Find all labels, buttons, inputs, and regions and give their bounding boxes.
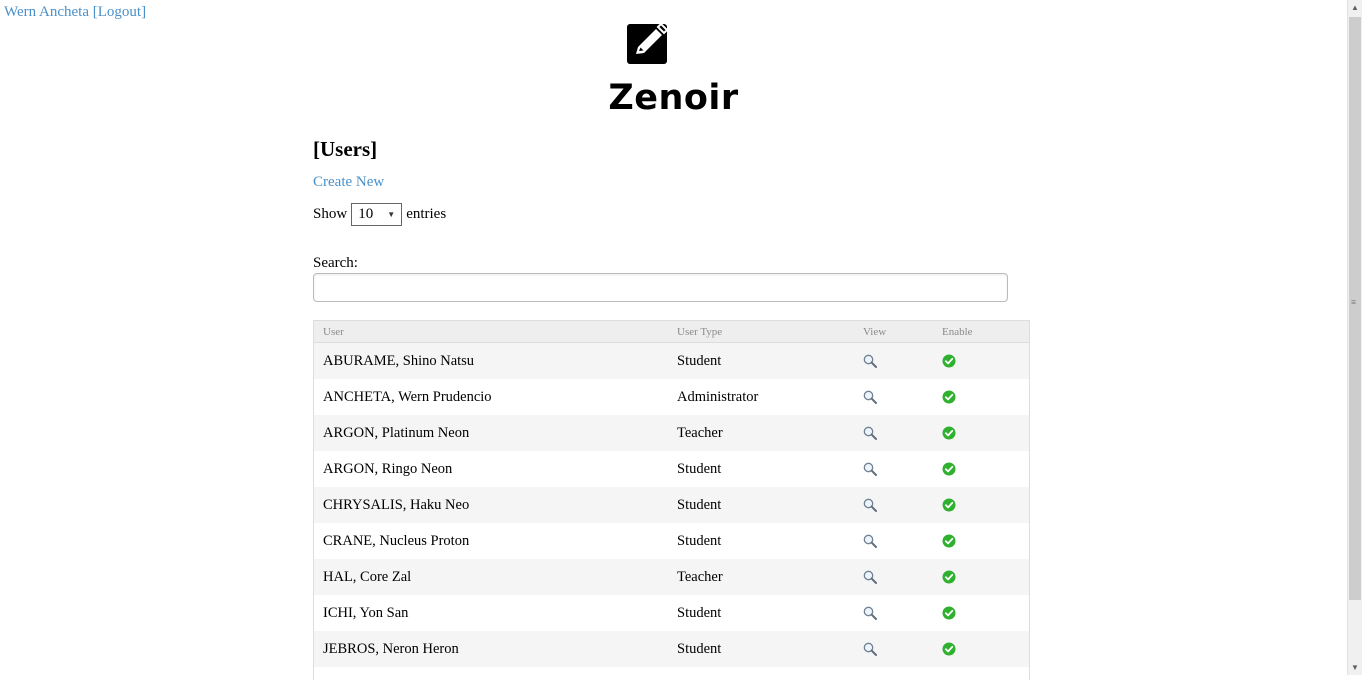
green-check-icon[interactable] — [942, 462, 1029, 476]
user-type-cell: Student — [677, 460, 722, 477]
user-name-cell: CHRYSALIS, Haku Neo — [323, 496, 470, 513]
table-body: ABURAME, Shino Natsu Student ANCHETA, Wern… — [314, 343, 1029, 667]
magnifier-icon[interactable] — [863, 390, 942, 404]
view-cell — [863, 570, 942, 584]
table-row: ABURAME, Shino Natsu Student — [314, 343, 1029, 379]
chevron-down-icon: ▼ — [387, 210, 396, 219]
view-cell — [863, 642, 942, 656]
search-input[interactable] — [313, 273, 1008, 302]
show-label: Show — [313, 206, 348, 222]
enable-cell — [942, 570, 1029, 584]
user-type-cell: Student — [677, 640, 722, 657]
view-cell — [863, 498, 942, 512]
magnifier-icon[interactable] — [863, 534, 942, 548]
magnifier-icon[interactable] — [863, 426, 942, 440]
table-row: ANCHETA, Wern Prudencio Administrator — [314, 379, 1029, 415]
view-cell — [863, 462, 942, 476]
magnifier-icon[interactable] — [863, 642, 942, 656]
enable-cell — [942, 390, 1029, 404]
table-row: CRANE, Nucleus Proton Student — [314, 523, 1029, 559]
green-check-icon[interactable] — [942, 390, 1029, 404]
table-header: User User Type View Enable — [314, 321, 1029, 343]
page-length-value: 10 — [358, 206, 374, 222]
column-header-view[interactable]: View — [863, 326, 942, 338]
edit-square-icon — [627, 22, 669, 64]
user-name-cell: ANCHETA, Wern Prudencio — [323, 388, 492, 405]
view-cell — [863, 390, 942, 404]
view-cell — [863, 426, 942, 440]
enable-cell — [942, 426, 1029, 440]
table-row: HAL, Core Zal Teacher — [314, 559, 1029, 595]
table-row: ARGON, Platinum Neon Teacher — [314, 415, 1029, 451]
enable-cell — [942, 642, 1029, 656]
user-type-cell: Student — [677, 604, 722, 621]
green-check-icon[interactable] — [942, 606, 1029, 620]
page-title: [Users] — [313, 137, 378, 161]
table-row: JEBROS, Neron Heron Student — [314, 631, 1029, 667]
green-check-icon[interactable] — [942, 534, 1029, 548]
magnifier-icon[interactable] — [863, 354, 942, 368]
view-cell — [863, 534, 942, 548]
user-name-cell: JEBROS, Neron Heron — [323, 640, 459, 657]
table-row: ICHI, Yon San Student — [314, 595, 1029, 631]
user-type-cell: Administrator — [677, 388, 759, 405]
user-type-cell: Teacher — [677, 424, 723, 441]
enable-cell — [942, 354, 1029, 368]
create-new-link[interactable]: Create New — [313, 174, 384, 191]
table-row: ARGON, Ringo Neon Student — [314, 451, 1029, 487]
magnifier-icon[interactable] — [863, 498, 942, 512]
vertical-scrollbar[interactable]: ▲ ≡ ▼ — [1347, 0, 1362, 675]
magnifier-icon[interactable] — [863, 462, 942, 476]
user-name-cell: ABURAME, Shino Natsu — [323, 352, 475, 369]
column-header-user[interactable]: User — [314, 326, 677, 338]
column-header-user-type[interactable]: User Type — [677, 326, 863, 338]
enable-cell — [942, 606, 1029, 620]
magnifier-icon[interactable] — [863, 606, 942, 620]
enable-cell — [942, 534, 1029, 548]
user-type-cell: Student — [677, 532, 722, 549]
user-name-cell: ARGON, Ringo Neon — [323, 460, 453, 477]
user-type-cell: Student — [677, 352, 722, 369]
green-check-icon[interactable] — [942, 426, 1029, 440]
scroll-down-arrow-icon[interactable]: ▼ — [1348, 660, 1362, 675]
page-length-select[interactable]: 10 ▼ — [351, 203, 403, 226]
user-name-cell: HAL, Core Zal — [323, 568, 412, 585]
view-cell — [863, 606, 942, 620]
search-label: Search: — [313, 255, 358, 271]
entries-label: entries — [406, 206, 447, 222]
table-row: CHRYSALIS, Haku Neo Student — [314, 487, 1029, 523]
green-check-icon[interactable] — [942, 642, 1029, 656]
enable-cell — [942, 462, 1029, 476]
users-table: User User Type View Enable ABURAME, Shin… — [313, 320, 1030, 680]
green-check-icon[interactable] — [942, 354, 1029, 368]
green-check-icon[interactable] — [942, 498, 1029, 512]
user-type-cell: Teacher — [677, 568, 723, 585]
view-cell — [863, 354, 942, 368]
user-name-cell: CRANE, Nucleus Proton — [323, 532, 470, 549]
user-name-cell: ARGON, Platinum Neon — [323, 424, 470, 441]
scroll-up-arrow-icon[interactable]: ▲ — [1348, 0, 1362, 15]
scroll-grip-icon: ≡ — [1351, 297, 1357, 307]
column-header-enable[interactable]: Enable — [942, 326, 1029, 338]
enable-cell — [942, 498, 1029, 512]
app-title: Zenoir — [608, 78, 739, 118]
user-name-cell: ICHI, Yon San — [323, 604, 409, 621]
user-type-cell: Student — [677, 496, 722, 513]
green-check-icon[interactable] — [942, 570, 1029, 584]
scrollbar-thumb[interactable] — [1349, 17, 1361, 600]
magnifier-icon[interactable] — [863, 570, 942, 584]
user-logout-link[interactable]: Wern Ancheta [Logout] — [4, 4, 146, 21]
entries-length-control: Show 10 ▼ entries — [313, 203, 446, 226]
